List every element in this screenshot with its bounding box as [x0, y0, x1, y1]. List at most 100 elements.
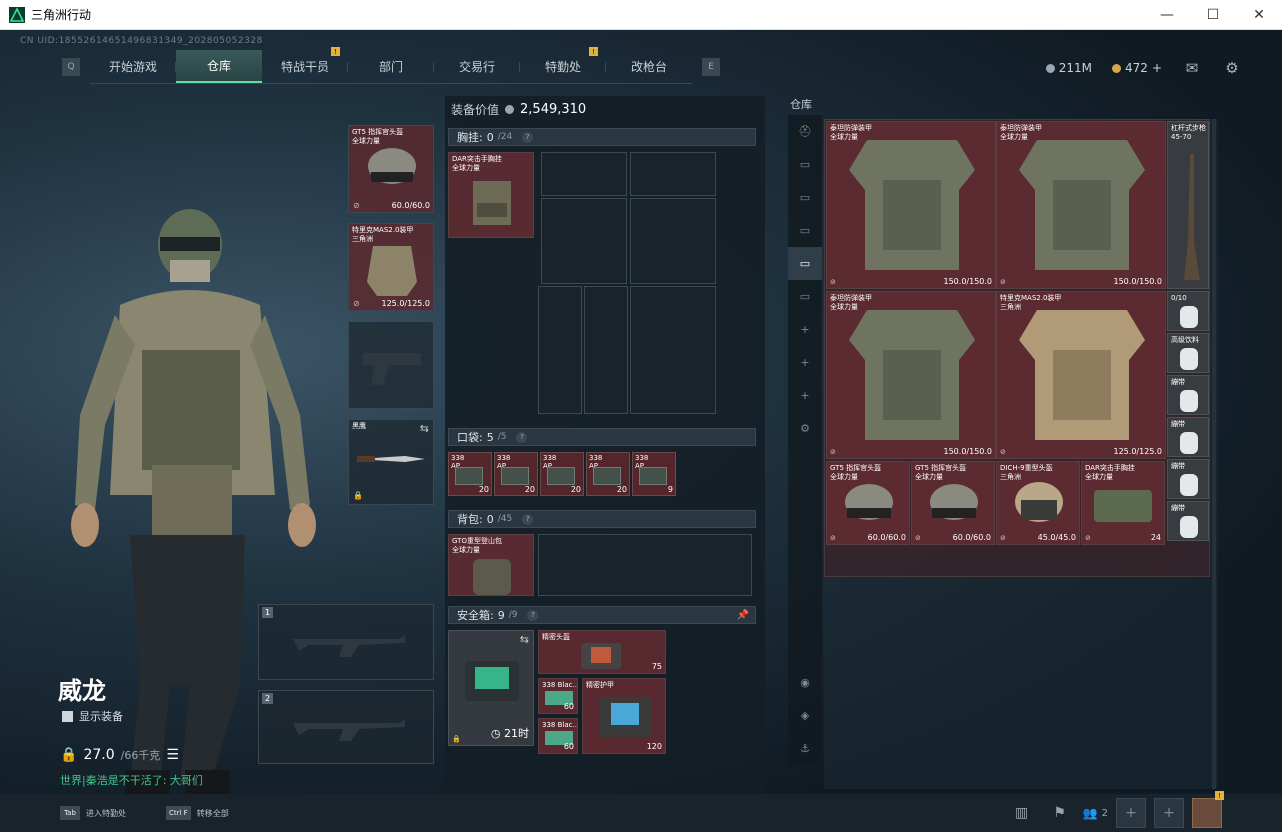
safe-item-label: 338 Blac..	[542, 721, 577, 729]
pocket-ammo-item[interactable]: 338 AP 20	[586, 452, 630, 496]
hotkey-hint[interactable]: Ctrl F 转移全部	[166, 806, 229, 820]
world-chat-line[interactable]: 世界|秦浩是不干活了: 大哥们	[60, 772, 203, 788]
tab-2[interactable]: 仓库	[176, 50, 262, 83]
chest-rig-grid-cell[interactable]	[630, 198, 716, 284]
close-button[interactable]: ✕	[1236, 0, 1282, 30]
maximize-button[interactable]: ☐	[1190, 0, 1236, 30]
settings-gear-icon[interactable]: ⚙	[1222, 58, 1242, 78]
backpack-item[interactable]: GTO重型登山包 全球力量	[448, 534, 534, 596]
show-equipment-toggle[interactable]: 显示装备	[62, 708, 123, 724]
pistol-slot[interactable]	[348, 321, 434, 409]
show-equipment-checkbox[interactable]	[62, 710, 73, 722]
help-icon[interactable]: ?	[516, 431, 528, 443]
add-gold-button[interactable]: +	[1152, 61, 1162, 75]
storage-category-tab[interactable]: +	[788, 346, 822, 379]
storage-tool-button[interactable]: ◈	[788, 699, 822, 732]
weight-list-icon[interactable]: ☰	[166, 747, 179, 763]
tab-4[interactable]: 部门	[348, 50, 434, 83]
tab-5[interactable]: 交易行	[434, 50, 520, 83]
storage-category-tab[interactable]: ⚙	[788, 412, 822, 445]
storage-item-label: GT5 指挥官头盔 全球力量	[830, 464, 882, 481]
silver-amount: 211M	[1058, 61, 1093, 75]
melee-slot[interactable]: 黑鹰 ⇆ 🔒	[348, 419, 434, 505]
nav-prev-key[interactable]: Q	[62, 58, 80, 76]
player-avatar[interactable]: !	[1192, 791, 1224, 828]
tab-6[interactable]: 特勤处!	[520, 47, 606, 83]
storage-rifle-item[interactable]: 杠杆式步枪 45-70	[1167, 121, 1209, 289]
storage-tool-button[interactable]: ◉	[788, 666, 822, 699]
armor-slot[interactable]: 特里克MAS2.0装甲 三角洲 ⊘ 125.0/125.0	[348, 223, 434, 311]
storage-item[interactable]: DICH-9重型头盔 三角洲 ⊘ 45.0/45.0	[996, 461, 1080, 545]
backpack-grid[interactable]	[538, 534, 752, 596]
pocket-ammo-item[interactable]: 338 AP 9	[632, 452, 676, 496]
ammo-count: 20	[524, 485, 535, 494]
storage-category-tab[interactable]: ▭	[788, 214, 822, 247]
helmet-slot[interactable]: GT5 指挥官头盔 全球力量 ⊘ 60.0/60.0	[348, 125, 434, 213]
pocket-ammo-item[interactable]: 338 AP 20	[494, 452, 538, 496]
chest-rig-grid-cell[interactable]	[541, 152, 627, 196]
storage-consumable-item[interactable]: 繃带	[1167, 501, 1209, 541]
chest-rig-grid-cell[interactable]	[630, 286, 716, 414]
armor-durability: 125.0/125.0	[381, 299, 431, 308]
storage-item[interactable]: 泰坦防弹装甲 全球力量 ⊘ 150.0/150.0	[996, 121, 1166, 289]
storage-consumable-item[interactable]: 繃带	[1167, 375, 1209, 415]
friends-icon[interactable]: 👥 2	[1083, 798, 1108, 828]
safe-item-ammo[interactable]: 338 Blac.. 60	[538, 678, 578, 714]
chest-rig-grid-cell[interactable]	[541, 198, 627, 284]
storage-category-tab[interactable]: ▭	[788, 148, 822, 181]
swap-icon[interactable]: ⇆	[520, 633, 529, 646]
chest-rig-grid-cell[interactable]	[584, 286, 628, 414]
pocket-ammo-item[interactable]: 338 AP 20	[540, 452, 584, 496]
flag-icon[interactable]: ⚑	[1045, 798, 1075, 828]
backpack-title: 背包:	[457, 513, 483, 526]
storage-item[interactable]: 特里克MAS2.0装甲 三角洲 ⊘ 125.0/125.0	[996, 291, 1166, 459]
storage-category-tab[interactable]: ▭	[788, 181, 822, 214]
minimize-button[interactable]: —	[1144, 0, 1190, 30]
mail-icon[interactable]: ✉	[1182, 58, 1202, 78]
swap-icon[interactable]: ⇆	[420, 422, 429, 435]
bottom-bar: Tab 进入特勤处 Ctrl F 转移全部 ▥ ⚑ 👥 2 + + !	[0, 791, 1282, 832]
safe-item-ammo[interactable]: 338 Blac.. 60	[538, 718, 578, 754]
secondary-weapon-slot[interactable]: 2	[258, 690, 434, 764]
hotkey-hint[interactable]: Tab 进入特勤处	[60, 806, 126, 820]
chest-rig-grid-cell[interactable]	[538, 286, 582, 414]
safe-item-armor[interactable]: 精密护甲 120	[582, 678, 666, 754]
storage-tool-button[interactable]: ⚓	[788, 732, 822, 765]
storage-item[interactable]: 泰坦防弹装甲 全球力量 ⊘ 150.0/150.0	[826, 121, 996, 289]
storage-category-tab[interactable]: ▭	[788, 280, 822, 313]
tab-7[interactable]: 改枪台	[606, 50, 692, 83]
pin-icon[interactable]: 📌	[737, 610, 749, 621]
storage-consumable-item[interactable]: 繃带	[1167, 417, 1209, 457]
stats-chart-icon[interactable]: ▥	[1007, 798, 1037, 828]
storage-item[interactable]: DAR突击手胸挂 全球力量 ⊘ 24	[1081, 461, 1165, 545]
nav-next-key[interactable]: E	[702, 58, 720, 76]
gold-currency[interactable]: 472 +	[1112, 61, 1162, 75]
pocket-ammo-item[interactable]: 338 AP 20	[448, 452, 492, 496]
chest-rig-grid-cell[interactable]	[630, 152, 716, 196]
storage-item[interactable]: GT5 指挥官头盔 全球力量 ⊘ 60.0/60.0	[911, 461, 995, 545]
storage-consumable-item[interactable]: 高级饮料	[1167, 333, 1209, 373]
storage-consumable-item[interactable]: 繃带	[1167, 459, 1209, 499]
storage-item[interactable]: GT5 指挥官头盔 全球力量 ⊘ 60.0/60.0	[826, 461, 910, 545]
armor-vest-icon	[367, 246, 417, 296]
tab-3[interactable]: 特战干员!	[262, 47, 348, 83]
storage-category-tab[interactable]: +	[788, 313, 822, 346]
help-icon[interactable]: ?	[527, 609, 539, 621]
help-icon[interactable]: ?	[522, 131, 534, 143]
storage-category-tab[interactable]: +	[788, 379, 822, 412]
no-insure-icon: ⊘	[1000, 448, 1006, 456]
safe-item-helmet[interactable]: 精密头盔 75	[538, 630, 666, 674]
safe-box-container[interactable]: ⇆ 🔒 ◷ 21时	[448, 630, 534, 746]
storage-category-tab[interactable]: ▭	[788, 247, 822, 280]
tab-1[interactable]: 开始游戏	[90, 50, 176, 83]
ammo-count: 20	[570, 485, 581, 494]
storage-scrollbar[interactable]	[1212, 119, 1216, 789]
help-icon[interactable]: ?	[522, 513, 534, 525]
storage-category-tab[interactable]: ⛑	[788, 115, 822, 148]
team-slot-add[interactable]: +	[1154, 798, 1184, 828]
storage-item[interactable]: 泰坦防弹装甲 全球力量 ⊘ 150.0/150.0	[826, 291, 996, 459]
primary-weapon-slot[interactable]: 1	[258, 604, 434, 680]
storage-consumable-item[interactable]: 0/10	[1167, 291, 1209, 331]
team-slot-add[interactable]: +	[1116, 798, 1146, 828]
chest-rig-item[interactable]: DAR突击手胸挂 全球力量	[448, 152, 534, 238]
